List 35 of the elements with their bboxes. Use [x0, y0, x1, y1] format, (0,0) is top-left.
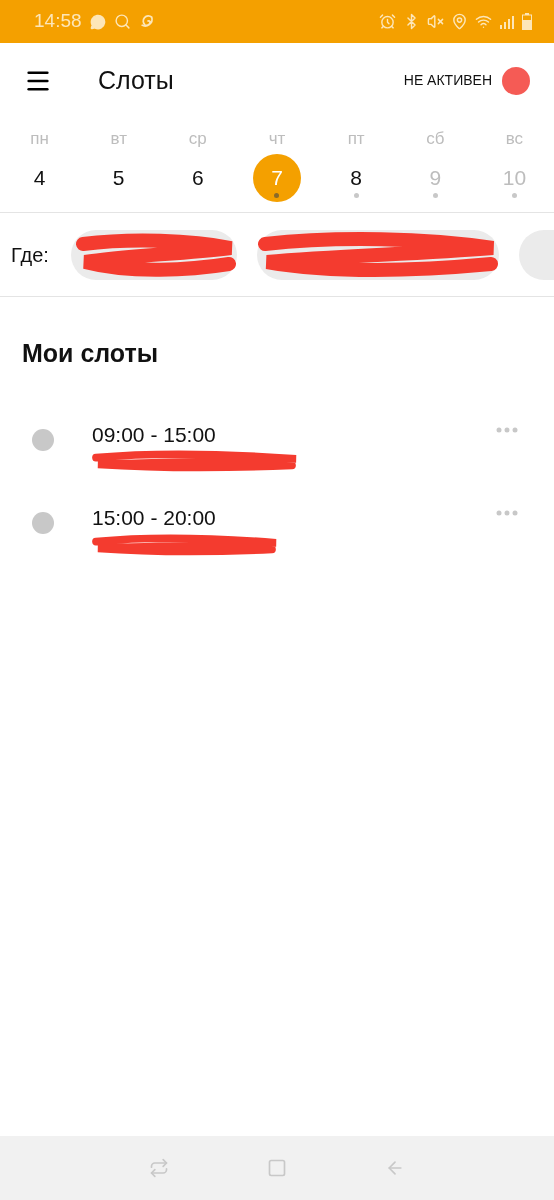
date-button[interactable]: 8: [332, 154, 381, 202]
redacted-location-chip[interactable]: [70, 229, 237, 280]
weekday-label: пн: [30, 128, 49, 150]
battery-icon: [522, 13, 532, 30]
slot-time: 09:00 - 15:00: [92, 421, 217, 448]
alarm-icon: [379, 13, 396, 30]
date-button[interactable]: 6: [173, 154, 222, 202]
chat-icon: [89, 13, 106, 30]
location-label: Где:: [11, 242, 49, 268]
spiral-icon: [138, 13, 156, 30]
status-time: 14:58: [34, 9, 82, 34]
more-button[interactable]: [496, 510, 518, 516]
weekday-label: ср: [188, 128, 207, 150]
weekday-label: вс: [505, 128, 524, 150]
mute-icon: [427, 13, 444, 30]
weekday-label: пт: [347, 128, 365, 150]
status-label: НЕ АКТИВЕН: [403, 71, 492, 90]
home-icon[interactable]: [267, 1158, 287, 1178]
weekday-label: вт: [110, 128, 127, 150]
search-icon: [113, 13, 131, 30]
recent-apps-icon[interactable]: [149, 1158, 169, 1178]
page-title: Слоты: [98, 64, 174, 96]
weekday-label: чт: [268, 128, 286, 150]
more-icon: [496, 510, 518, 516]
redacted-location-chip[interactable]: [256, 229, 499, 280]
date-button[interactable]: 4: [15, 154, 64, 202]
slot-time: 15:00 - 20:00: [92, 505, 217, 531]
section-title: Мои слоты: [22, 338, 160, 369]
weekday-label: сб: [426, 128, 445, 150]
date-button[interactable]: 5: [94, 154, 143, 202]
more-button[interactable]: [496, 426, 518, 433]
more-icon: [496, 426, 518, 433]
wifi-icon: [475, 13, 492, 30]
location-icon: [451, 13, 468, 30]
signal-icon: [499, 13, 515, 30]
